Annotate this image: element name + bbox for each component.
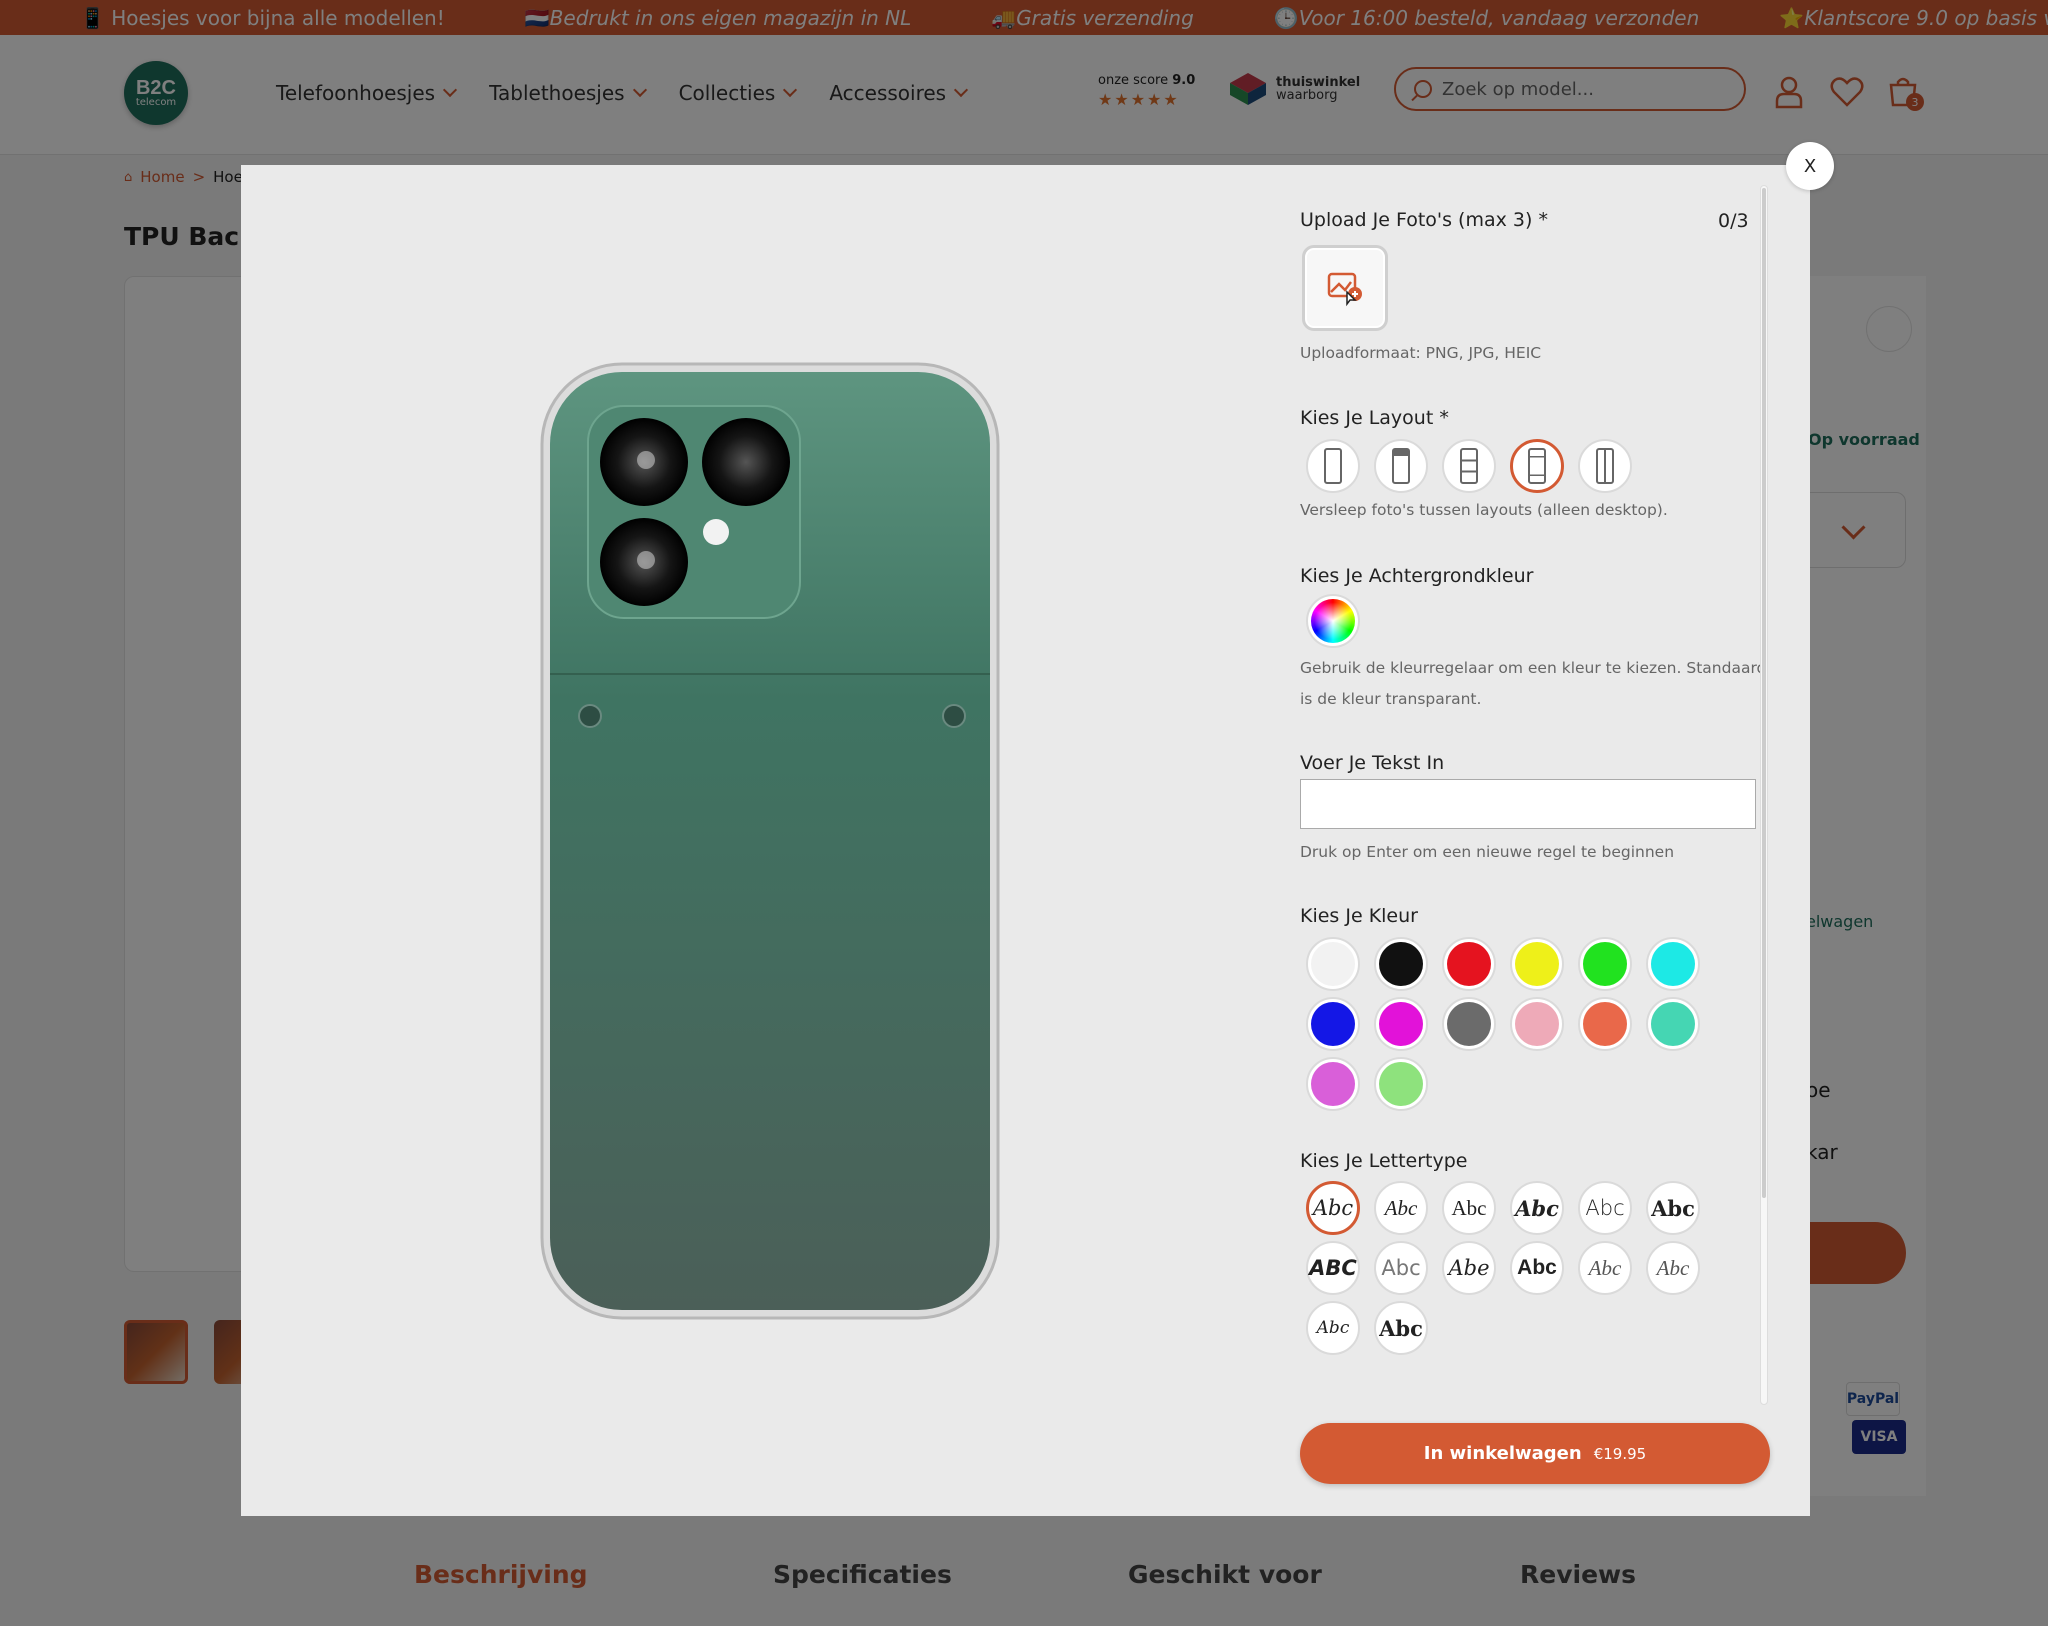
- customizer-options: Upload Je Foto's (max 3) * 0/3 Uploadfor…: [1300, 165, 1780, 1405]
- color-fill: [1379, 1062, 1423, 1106]
- text-color-swatch[interactable]: [1442, 997, 1496, 1051]
- font-option[interactable]: Abc: [1578, 1241, 1632, 1295]
- font-sample: Abc: [1316, 1318, 1350, 1338]
- text-color-swatch[interactable]: [1374, 1057, 1428, 1111]
- font-sample: Abc: [1451, 1195, 1487, 1220]
- text-color-swatch[interactable]: [1374, 997, 1428, 1051]
- font-option[interactable]: Abc: [1510, 1241, 1564, 1295]
- text-input[interactable]: [1300, 779, 1756, 829]
- layout-single-icon: [1324, 448, 1342, 484]
- color-fill: [1651, 1002, 1695, 1046]
- layout-option-2[interactable]: [1374, 439, 1428, 493]
- layout-option-5[interactable]: [1578, 439, 1632, 493]
- upload-counter: 0/3: [1718, 210, 1749, 232]
- options-scrollbar[interactable]: [1760, 185, 1768, 1405]
- font-option[interactable]: Abe: [1442, 1241, 1496, 1295]
- text-color-swatch[interactable]: [1578, 997, 1632, 1051]
- background-color-picker[interactable]: [1306, 594, 1360, 648]
- font-option[interactable]: Abc: [1374, 1181, 1428, 1235]
- layout-two-icon: [1392, 448, 1410, 484]
- color-fill: [1651, 942, 1695, 986]
- color-fill: [1379, 942, 1423, 986]
- text-color-swatch[interactable]: [1510, 997, 1564, 1051]
- close-button[interactable]: X: [1786, 142, 1834, 190]
- font-sample: Abc: [1517, 1256, 1557, 1279]
- background-color-label: Kies Je Achtergrondkleur: [1300, 565, 1534, 587]
- cart-button-label: In winkelwagen: [1423, 1443, 1582, 1464]
- layout-three-icon: [1460, 448, 1478, 484]
- image-upload-icon: [1327, 272, 1362, 307]
- color-wheel-icon: [1311, 599, 1355, 643]
- text-label: Voer Je Tekst In: [1300, 752, 1445, 774]
- font-option[interactable]: Abc: [1646, 1241, 1700, 1295]
- layout-option-1[interactable]: [1306, 439, 1360, 493]
- font-sample: Abc: [1384, 1195, 1418, 1220]
- font-option[interactable]: ABC: [1306, 1241, 1360, 1295]
- color-fill: [1379, 1002, 1423, 1046]
- font-option[interactable]: Abc: [1510, 1181, 1564, 1235]
- font-option[interactable]: Abc: [1306, 1301, 1360, 1355]
- text-color-swatch[interactable]: [1510, 937, 1564, 991]
- font-option[interactable]: Abc: [1374, 1301, 1428, 1355]
- font-sample: Abc: [1585, 1196, 1625, 1220]
- font-sample: Abc: [1381, 1256, 1421, 1280]
- upload-photo-button[interactable]: [1302, 245, 1388, 331]
- color-fill: [1311, 942, 1355, 986]
- font-option[interactable]: Abc: [1442, 1181, 1496, 1235]
- text-color-swatch[interactable]: [1646, 937, 1700, 991]
- color-fill: [1515, 1002, 1559, 1046]
- layout-split-icon: [1596, 448, 1614, 484]
- layout-hint: Versleep foto's tussen layouts (alleen d…: [1300, 501, 1668, 519]
- layout-label: Kies Je Layout *: [1300, 407, 1449, 429]
- font-sample: Abc: [1588, 1255, 1622, 1280]
- font-sample: Abe: [1448, 1256, 1490, 1280]
- font-option[interactable]: Abc: [1306, 1181, 1360, 1235]
- font-sample: Abc: [1515, 1195, 1559, 1221]
- text-hint: Druk op Enter om een nieuwe regel te beg…: [1300, 843, 1675, 861]
- upload-hint: Uploadformaat: PNG, JPG, HEIC: [1300, 344, 1542, 362]
- background-color-hint: Gebruik de kleurregelaar om een kleur te…: [1300, 659, 1767, 708]
- color-fill: [1311, 1062, 1355, 1106]
- layout-option-3[interactable]: [1442, 439, 1496, 493]
- add-to-cart-button[interactable]: In winkelwagen €19.95: [1300, 1423, 1770, 1484]
- font-label: Kies Je Lettertype: [1300, 1150, 1468, 1172]
- phone-case-preview: [540, 362, 1000, 1320]
- font-sample: Abc: [1379, 1315, 1423, 1341]
- font-sample: ABC: [1309, 1256, 1357, 1280]
- font-option[interactable]: Abc: [1646, 1181, 1700, 1235]
- layout-option-4[interactable]: [1510, 439, 1564, 493]
- text-color-swatch[interactable]: [1306, 1057, 1360, 1111]
- font-sample: Abc: [1312, 1196, 1354, 1220]
- font-option[interactable]: Abc: [1374, 1241, 1428, 1295]
- text-color-label: Kies Je Kleur: [1300, 905, 1418, 927]
- color-fill: [1583, 1002, 1627, 1046]
- text-color-swatch[interactable]: [1306, 997, 1360, 1051]
- scrollbar-thumb[interactable]: [1762, 188, 1766, 1198]
- text-color-swatch[interactable]: [1442, 937, 1496, 991]
- cart-button-price: €19.95: [1593, 1444, 1647, 1463]
- layout-frame-icon: [1528, 448, 1546, 484]
- text-color-swatch[interactable]: [1578, 937, 1632, 991]
- font-sample: Abc: [1651, 1195, 1695, 1221]
- color-fill: [1311, 1002, 1355, 1046]
- color-fill: [1583, 942, 1627, 986]
- font-option[interactable]: Abc: [1578, 1181, 1632, 1235]
- text-color-swatch[interactable]: [1306, 937, 1360, 991]
- text-color-swatch[interactable]: [1646, 997, 1700, 1051]
- color-fill: [1447, 942, 1491, 986]
- color-fill: [1447, 1002, 1491, 1046]
- color-fill: [1515, 942, 1559, 986]
- font-sample: Abc: [1656, 1255, 1690, 1280]
- upload-label: Upload Je Foto's (max 3) *: [1300, 209, 1548, 231]
- text-color-swatch[interactable]: [1374, 937, 1428, 991]
